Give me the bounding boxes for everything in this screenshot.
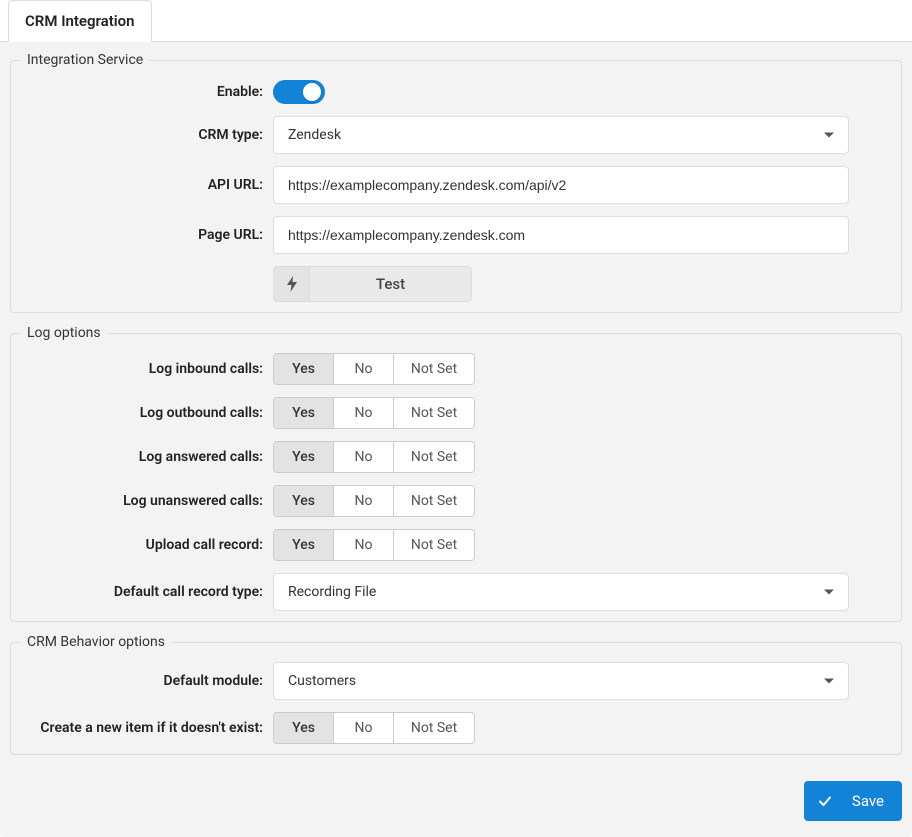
log-unanswered-label: Log unanswered calls: xyxy=(21,493,273,509)
log-answered-no[interactable]: No xyxy=(334,442,394,472)
log-inbound-yes[interactable]: Yes xyxy=(274,354,334,384)
enable-toggle[interactable] xyxy=(273,80,325,104)
enable-label: Enable: xyxy=(21,84,273,100)
log-answered-notset[interactable]: Not Set xyxy=(394,442,474,472)
chevron-down-icon xyxy=(824,590,834,595)
api-url-label: API URL: xyxy=(21,177,273,193)
log-inbound-no[interactable]: No xyxy=(334,354,394,384)
integration-service-legend: Integration Service xyxy=(21,52,149,68)
upload-call-record-yes[interactable]: Yes xyxy=(274,530,334,560)
log-answered-yes[interactable]: Yes xyxy=(274,442,334,472)
crm-type-label: CRM type: xyxy=(21,127,273,143)
log-outbound-notset[interactable]: Not Set xyxy=(394,398,474,428)
tabs-bar: CRM Integration xyxy=(0,0,912,42)
log-inbound-label: Log inbound calls: xyxy=(21,361,273,377)
log-inbound-notset[interactable]: Not Set xyxy=(394,354,474,384)
api-url-input[interactable] xyxy=(273,166,849,204)
create-new-item-yes[interactable]: Yes xyxy=(274,713,334,743)
tab-crm-integration[interactable]: CRM Integration xyxy=(8,0,152,42)
log-inbound-group: Yes No Not Set xyxy=(273,353,475,385)
save-button-label: Save xyxy=(852,792,884,810)
crm-behavior-fieldset: CRM Behavior options Default module: Cus… xyxy=(10,634,902,755)
page-url-input[interactable] xyxy=(273,216,849,254)
crm-behavior-legend: CRM Behavior options xyxy=(21,634,171,650)
log-outbound-group: Yes No Not Set xyxy=(273,397,475,429)
upload-call-record-group: Yes No Not Set xyxy=(273,529,475,561)
panel-footer: Save xyxy=(10,767,902,827)
page-url-label: Page URL: xyxy=(21,227,273,243)
test-button-label: Test xyxy=(310,267,471,301)
integration-service-fieldset: Integration Service Enable: CRM type: Ze… xyxy=(10,52,902,313)
log-outbound-label: Log outbound calls: xyxy=(21,405,273,421)
default-call-record-type-label: Default call record type: xyxy=(21,584,273,600)
toggle-knob xyxy=(303,83,321,101)
default-call-record-type-select[interactable]: Recording File xyxy=(273,573,849,611)
create-new-item-label: Create a new item if it doesn't exist: xyxy=(21,720,273,736)
create-new-item-no[interactable]: No xyxy=(334,713,394,743)
upload-call-record-label: Upload call record: xyxy=(21,537,273,553)
save-button[interactable]: Save xyxy=(804,781,902,821)
log-answered-group: Yes No Not Set xyxy=(273,441,475,473)
chevron-down-icon xyxy=(824,133,834,138)
log-options-fieldset: Log options Log inbound calls: Yes No No… xyxy=(10,325,902,622)
crm-type-value: Zendesk xyxy=(288,127,341,143)
log-unanswered-no[interactable]: No xyxy=(334,486,394,516)
log-outbound-yes[interactable]: Yes xyxy=(274,398,334,428)
log-unanswered-group: Yes No Not Set xyxy=(273,485,475,517)
chevron-down-icon xyxy=(824,679,834,684)
log-unanswered-notset[interactable]: Not Set xyxy=(394,486,474,516)
log-options-legend: Log options xyxy=(21,325,107,341)
default-module-label: Default module: xyxy=(21,673,273,689)
create-new-item-notset[interactable]: Not Set xyxy=(394,713,474,743)
crm-type-select[interactable]: Zendesk xyxy=(273,116,849,154)
bolt-icon xyxy=(274,267,310,301)
settings-panel: Integration Service Enable: CRM type: Ze… xyxy=(0,42,912,837)
log-answered-label: Log answered calls: xyxy=(21,449,273,465)
default-call-record-type-value: Recording File xyxy=(288,584,376,600)
create-new-item-group: Yes No Not Set xyxy=(273,712,475,744)
default-module-value: Customers xyxy=(288,673,356,689)
upload-call-record-no[interactable]: No xyxy=(334,530,394,560)
log-outbound-no[interactable]: No xyxy=(334,398,394,428)
upload-call-record-notset[interactable]: Not Set xyxy=(394,530,474,560)
check-icon xyxy=(818,794,832,808)
default-module-select[interactable]: Customers xyxy=(273,662,849,700)
test-button[interactable]: Test xyxy=(273,266,472,302)
log-unanswered-yes[interactable]: Yes xyxy=(274,486,334,516)
